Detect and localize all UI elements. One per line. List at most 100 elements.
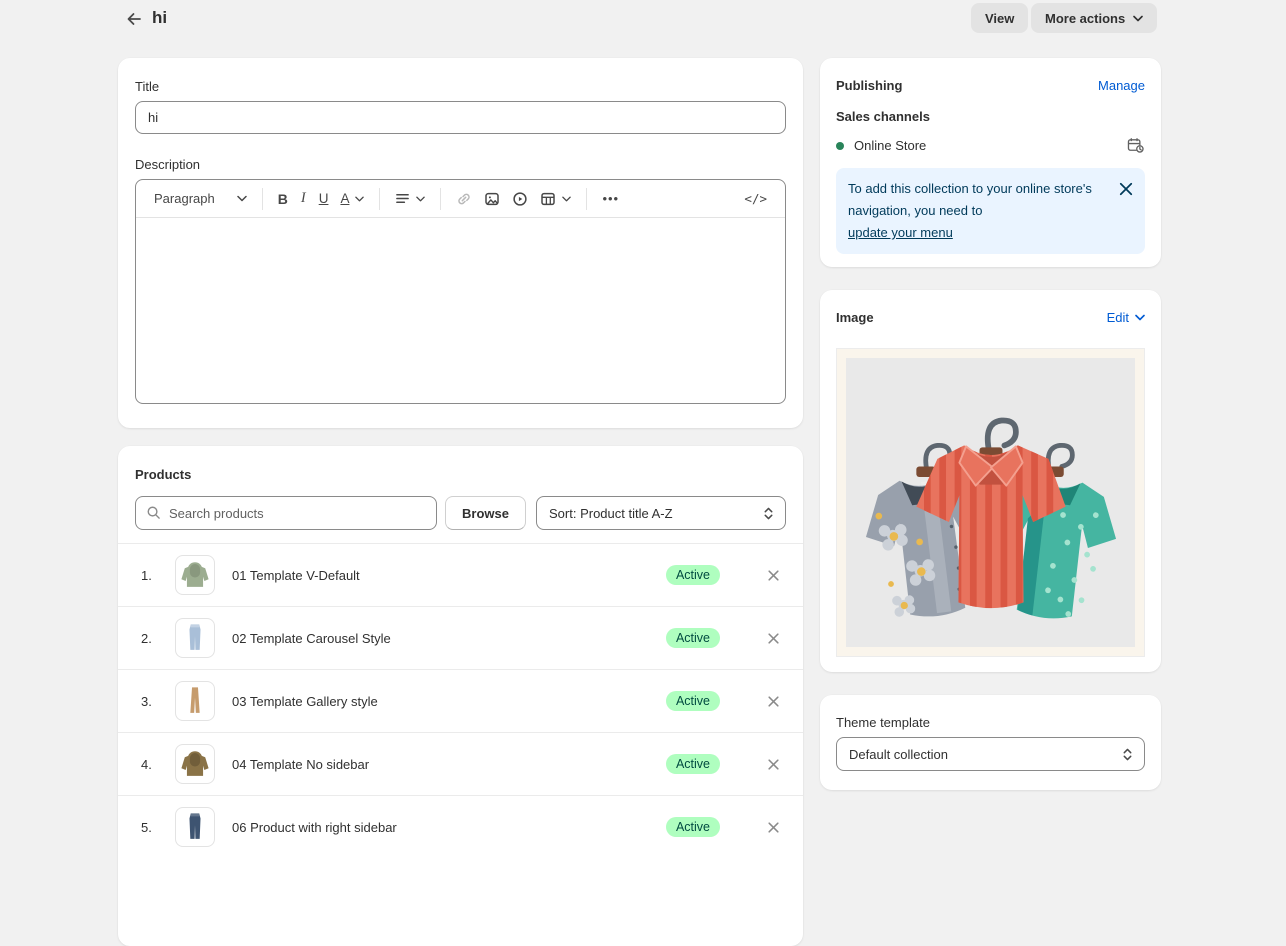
theme-template-select[interactable]: Default collection xyxy=(836,737,1145,771)
insert-table-button[interactable] xyxy=(534,185,577,213)
chevron-down-icon xyxy=(562,196,571,202)
updown-caret-icon xyxy=(763,506,774,521)
product-name[interactable]: 01 Template V-Default xyxy=(232,568,666,583)
remove-product-button[interactable] xyxy=(767,632,781,645)
product-name[interactable]: 03 Template Gallery style xyxy=(232,694,666,709)
link-icon xyxy=(456,191,472,207)
product-search xyxy=(135,496,437,530)
banner-close-button[interactable] xyxy=(1119,182,1133,196)
shirts-illustration xyxy=(846,358,1135,647)
updown-caret-icon xyxy=(1122,747,1133,762)
toolbar-divider xyxy=(440,188,441,210)
manage-link[interactable]: Manage xyxy=(1098,78,1145,93)
edit-label: Edit xyxy=(1107,310,1129,325)
schedule-publish-icon[interactable] xyxy=(1126,136,1145,155)
text-color-letter: A xyxy=(340,191,349,206)
paragraph-style-label: Paragraph xyxy=(154,191,215,206)
update-your-menu-link[interactable]: update your menu xyxy=(848,222,953,244)
chevron-down-icon xyxy=(1135,314,1145,321)
page-title: hi xyxy=(152,8,167,28)
collection-image[interactable] xyxy=(836,348,1145,657)
chevron-down-icon xyxy=(1133,15,1143,22)
underline-button[interactable]: U xyxy=(313,185,335,213)
insert-video-button[interactable] xyxy=(506,185,534,213)
row-index: 4. xyxy=(141,757,175,772)
product-thumbnail xyxy=(175,807,215,847)
status-badge: Active xyxy=(666,565,720,585)
status-badge: Active xyxy=(666,628,720,648)
more-actions-button[interactable]: More actions xyxy=(1031,3,1157,33)
row-index: 5. xyxy=(141,820,175,835)
browse-button[interactable]: Browse xyxy=(445,496,526,530)
edit-image-dropdown[interactable]: Edit xyxy=(1107,310,1145,325)
theme-template-value: Default collection xyxy=(849,747,948,762)
info-banner: To add this collection to your online st… xyxy=(836,168,1145,254)
collection-detail-card: Title Description Paragraph B I U A xyxy=(118,58,803,428)
chevron-down-icon xyxy=(237,195,247,202)
more-actions-label: More actions xyxy=(1045,11,1125,26)
publishing-heading: Publishing xyxy=(836,78,902,93)
row-index: 2. xyxy=(141,631,175,646)
toolbar-divider xyxy=(262,188,263,210)
description-textarea[interactable] xyxy=(136,218,785,404)
view-button[interactable]: View xyxy=(971,3,1028,33)
image-heading: Image xyxy=(836,310,874,325)
sort-select-value: Sort: Product title A-Z xyxy=(549,506,673,521)
channel-status-dot xyxy=(836,142,844,150)
hoodie-image xyxy=(178,558,212,592)
product-row: 3. 03 Template Gallery style Active xyxy=(118,669,803,732)
link-button[interactable] xyxy=(450,185,478,213)
product-thumbnail xyxy=(175,681,215,721)
products-card: Products Browse Sort: Product title A-Z … xyxy=(118,446,803,946)
remove-product-button[interactable] xyxy=(767,569,781,582)
title-field-label: Title xyxy=(135,74,786,101)
alignment-button[interactable] xyxy=(389,185,431,213)
remove-product-button[interactable] xyxy=(767,821,781,834)
status-badge: Active xyxy=(666,691,720,711)
product-thumbnail xyxy=(175,618,215,658)
play-circle-icon xyxy=(512,191,528,207)
products-controls: Browse Sort: Product title A-Z xyxy=(135,496,786,530)
product-row: 5. 06 Product with right sidebar Active xyxy=(118,795,803,858)
jeans-image xyxy=(178,810,212,844)
product-name[interactable]: 02 Template Carousel Style xyxy=(232,631,666,646)
toolbar-divider xyxy=(586,188,587,210)
jeans-image xyxy=(178,621,212,655)
channel-row: Online Store xyxy=(836,136,1145,155)
bold-button[interactable]: B xyxy=(272,185,294,213)
product-thumbnail xyxy=(175,744,215,784)
product-thumbnail xyxy=(175,555,215,595)
more-formatting-button[interactable]: ••• xyxy=(596,185,625,213)
status-badge: Active xyxy=(666,754,720,774)
theme-template-card: Theme template Default collection xyxy=(820,695,1161,790)
chevron-down-icon xyxy=(355,196,364,202)
publishing-card: Publishing Manage Sales channels Online … xyxy=(820,58,1161,267)
view-button-label: View xyxy=(985,11,1014,26)
product-name[interactable]: 04 Template No sidebar xyxy=(232,757,666,772)
theme-template-label: Theme template xyxy=(836,711,1145,730)
title-input[interactable] xyxy=(135,101,786,134)
chevron-down-icon xyxy=(416,196,425,202)
product-name[interactable]: 06 Product with right sidebar xyxy=(232,820,666,835)
remove-product-button[interactable] xyxy=(767,695,781,708)
paragraph-style-dropdown[interactable]: Paragraph xyxy=(148,185,253,213)
banner-text: To add this collection to your online st… xyxy=(848,181,1092,218)
hoodie-image xyxy=(178,747,212,781)
product-row: 2. 02 Template Carousel Style Active xyxy=(118,606,803,669)
italic-button[interactable]: I xyxy=(294,185,313,213)
text-color-button[interactable]: A xyxy=(334,185,370,213)
description-editor: Paragraph B I U A xyxy=(135,179,786,404)
sort-select[interactable]: Sort: Product title A-Z xyxy=(536,496,786,530)
image-card: Image Edit xyxy=(820,290,1161,672)
pants-image xyxy=(178,684,212,718)
search-icon xyxy=(146,505,161,523)
row-index: 3. xyxy=(141,694,175,709)
insert-image-button[interactable] xyxy=(478,185,506,213)
show-html-button[interactable]: </> xyxy=(738,185,773,213)
remove-product-button[interactable] xyxy=(767,758,781,771)
description-field-label: Description xyxy=(135,152,786,179)
search-products-input[interactable] xyxy=(135,496,437,530)
status-badge: Active xyxy=(666,817,720,837)
back-button[interactable] xyxy=(122,7,146,31)
row-index: 1. xyxy=(141,568,175,583)
